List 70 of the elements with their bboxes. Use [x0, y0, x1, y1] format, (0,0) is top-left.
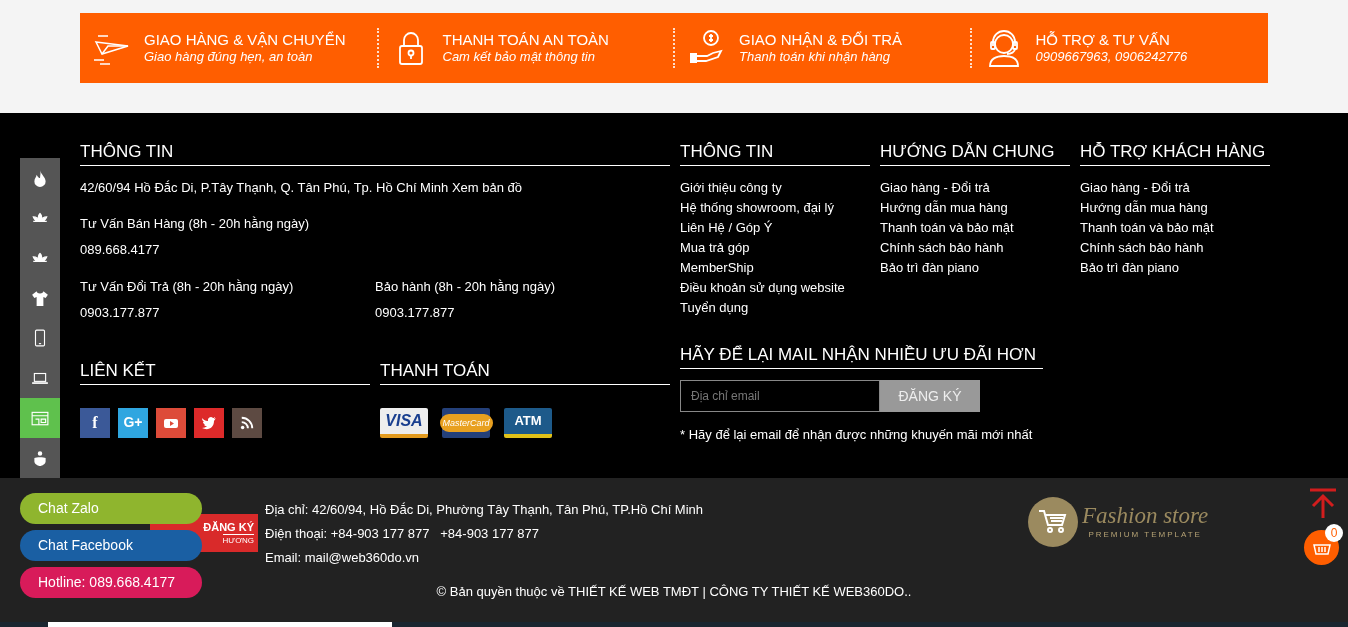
footer-link[interactable]: MemberShip	[680, 258, 870, 278]
sidebar-item[interactable]	[20, 158, 60, 198]
footer-link[interactable]: Hướng dẫn mua hàng	[880, 198, 1070, 218]
footer-link[interactable]: Chính sách bảo hành	[880, 238, 1070, 258]
footer-link[interactable]: Tuyển dụng	[680, 298, 870, 318]
phone-number: 089.668.4177	[80, 241, 161, 259]
payment-card-logo: MasterCard	[442, 407, 490, 438]
feature-subtitle: Thanh toán khi nhận hàng	[739, 49, 892, 66]
badge-text: HƯƠNG	[222, 533, 254, 547]
phone-number: 0903.177.877	[375, 304, 456, 322]
phone-number: 0903.177.877	[80, 304, 161, 322]
footer-link[interactable]: Mua trả góp	[680, 238, 870, 258]
mother-child-icon	[31, 449, 49, 467]
feature-subtitle: Cam kết bảo mật thông tin	[442, 49, 596, 66]
footer-link[interactable]: Giới thiệu công ty	[680, 178, 870, 198]
social-button[interactable]: f	[80, 407, 110, 438]
flame-icon	[31, 169, 49, 187]
social-button[interactable]	[194, 407, 224, 438]
section-heading: THÔNG TIN	[80, 142, 174, 161]
footer-link[interactable]: Bảo trì đàn piano	[1080, 258, 1270, 278]
email-field[interactable]: Địa chỉ email	[680, 380, 880, 412]
contact-line: Địa chỉ: 42/60/94, Hồ Đắc Di, Phường Tây Thạnh, Tân Phú, TP.Hồ Chí Minh	[265, 501, 704, 519]
feature-title: HỖ TRỢ & TƯ VẤN	[1035, 30, 1171, 50]
chat-button[interactable]: Hotline: 089.668.4177	[20, 567, 202, 598]
storefront-icon	[31, 409, 49, 427]
rss-icon	[240, 415, 254, 430]
feature-title: GIAO NHẬN & ĐỔI TRẢ	[739, 30, 903, 50]
badge-text: ĐĂNG KÝ	[203, 519, 254, 534]
payment-card-logo: VISA	[380, 407, 428, 438]
social-button[interactable]	[232, 407, 262, 438]
footer-link[interactable]: Điều khoản sử dụng website	[680, 278, 870, 298]
footer-link[interactable]: Giao hàng - Đổi trả	[880, 178, 1070, 198]
footer-link[interactable]: Giao hàng - Đổi trả	[1080, 178, 1270, 198]
sidebar-item[interactable]	[20, 438, 60, 478]
section-heading: HƯỚNG DẪN CHUNG	[880, 142, 1055, 161]
sidebar-item[interactable]	[20, 358, 60, 398]
feature-subtitle: Giao hàng đúng hẹn, an toàn	[144, 49, 314, 66]
contact-line: Email: mail@web360do.vn	[265, 549, 421, 567]
back-to-top-icon[interactable]	[1310, 488, 1336, 518]
section-heading: THÔNG TIN	[680, 142, 774, 161]
bird-icon	[201, 414, 217, 431]
section-heading: HÃY ĐỂ LẠI MAIL NHẬN NHIỀU ƯU ĐÃI HƠN	[680, 345, 1036, 364]
hotline-label: Tư Vấn Bán Hàng (8h - 20h hằng ngày)	[80, 214, 311, 233]
footer-link[interactable]: Hệ thống showroom, đại lý	[680, 198, 870, 218]
newsletter-note: * Hãy để lại email để nhận được những khuyến mãi mới nhất	[680, 426, 1034, 444]
footer-link[interactable]: Chính sách bảo hành	[1080, 238, 1270, 258]
feature-title: GIAO HÀNG & VẬN CHUYỂN	[144, 30, 346, 50]
chat-button[interactable]: Chat Facebook	[20, 530, 202, 561]
footer-link[interactable]: Thanh toán và bảo mật	[880, 218, 1070, 238]
footer-link[interactable]: Bảo trì đàn piano	[880, 258, 1070, 278]
footer-link[interactable]: Hướng dẫn mua hàng	[1080, 198, 1270, 218]
footer-link[interactable]: Thanh toán và bảo mật	[1080, 218, 1270, 238]
feature-title: THANH TOÁN AN TOÀN	[442, 30, 609, 50]
logo-text: Fashion store	[1082, 503, 1209, 529]
address-text: 42/60/94 Hồ Đắc Di, P.Tây Thạnh, Q. Tân Phú, Tp. Hồ Chí Minh	[80, 180, 449, 195]
map-link[interactable]: Xem bản đồ	[451, 180, 523, 195]
hotline-label: Tư Vấn Đổi Trả (8h - 20h hằng ngày)	[80, 277, 295, 296]
feature-subtitle: 0909667963, 0906242776	[1035, 49, 1188, 66]
cart-icon	[1038, 509, 1068, 535]
section-heading: THANH TOÁN	[380, 360, 490, 380]
payment-card-logo: ATM	[504, 407, 552, 438]
footer-link[interactable]: Liên Hệ / Góp Ý	[680, 218, 870, 238]
logo-tagline: PREMIUM TEMPLATE	[1088, 529, 1202, 541]
shirt-icon	[31, 289, 49, 307]
contact-line: Điện thoại: +84-903 177 877 +84-903 177 877	[265, 525, 540, 543]
section-heading: LIÊN KẾT	[80, 360, 156, 380]
copyright-text: © Bản quyền thuộc về THIẾT KẾ WEB TMĐT | CÔNG TY THIẾT KẾ WEB360DO..	[436, 583, 912, 601]
section-heading: HỖ TRỢ KHÁCH HÀNG	[1080, 142, 1266, 161]
hotline-label: Bảo hành (8h - 20h hằng ngày)	[375, 277, 555, 296]
social-button[interactable]	[156, 407, 186, 438]
